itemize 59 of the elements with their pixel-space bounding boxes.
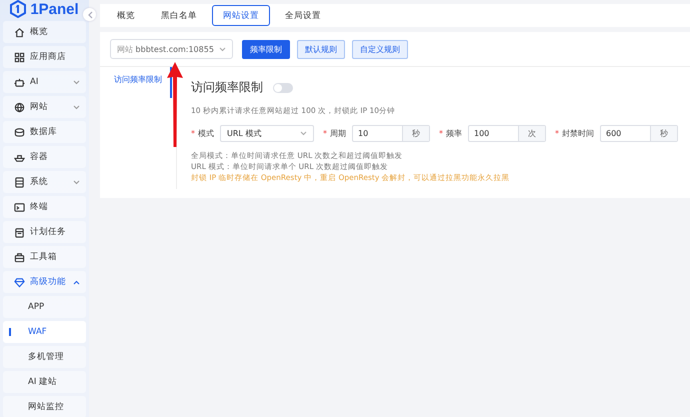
field-label: 封禁时间 [562, 128, 594, 139]
sidebar-subitem[interactable]: AI 建站 [3, 371, 86, 393]
sidebar-subitem[interactable]: APP [3, 296, 86, 318]
logo-text: 1Panel [30, 0, 79, 18]
field-label: 模式 [198, 128, 214, 139]
terminal-icon [14, 202, 25, 212]
field-label: 周期 [330, 128, 346, 139]
db-icon [14, 126, 25, 138]
subnav-item[interactable]: 访问频率限制 [114, 74, 162, 85]
input-field[interactable]: 10 秒 [352, 125, 430, 142]
home-icon [14, 26, 25, 38]
sidebar-item[interactable]: 系统 [3, 171, 86, 193]
toggle-switch[interactable] [273, 82, 293, 92]
site-select[interactable]: 网站 bbbtest.com:10855 [110, 39, 233, 59]
chevron-icon [73, 180, 80, 184]
sidebar-subitem[interactable]: 网站监控 [3, 396, 86, 417]
tab[interactable]: 概览 [106, 5, 146, 26]
required-mark: * [191, 129, 195, 138]
rule-button[interactable]: 默认规则 [296, 40, 345, 58]
tab[interactable]: 黑白名单 [150, 5, 208, 26]
tab[interactable]: 全局设置 [274, 5, 332, 26]
toolbox-icon [14, 252, 25, 262]
field-label: 频率 [446, 128, 462, 139]
robot-icon [14, 76, 25, 88]
dropdown-caret-icon [300, 131, 307, 136]
server-icon [14, 176, 25, 188]
sidebar-item[interactable]: 终端 [3, 196, 86, 218]
logo-icon [10, 0, 26, 18]
rule-button[interactable]: 频率限制 [242, 40, 290, 58]
sidebar-item[interactable]: 数据库 [3, 121, 86, 143]
diamond-icon [14, 276, 25, 288]
tab[interactable]: 网站设置 [212, 5, 270, 26]
sidebar-item[interactable]: 高级功能 [3, 271, 86, 293]
chevron-icon [73, 104, 80, 110]
sidebar-item[interactable]: 计划任务 [3, 221, 86, 243]
sidebar-subitem[interactable]: WAF [3, 321, 86, 343]
collapse-button[interactable] [83, 8, 96, 21]
sidebar-item[interactable]: 概览 [3, 21, 86, 43]
calendar-icon [14, 226, 25, 238]
sidebar-subitem[interactable]: 多机管理 [3, 346, 86, 368]
grid-icon [14, 52, 25, 62]
chevron-icon [73, 80, 80, 84]
input-field[interactable]: 100 次 [468, 125, 546, 142]
sidebar-item[interactable]: AI [3, 71, 86, 93]
required-mark: * [555, 129, 559, 138]
sidebar-item[interactable]: 工具箱 [3, 246, 86, 268]
sidebar-item[interactable]: 容器 [3, 146, 86, 168]
panel-title: 访问频率限制 [191, 79, 263, 96]
required-mark: * [323, 129, 327, 138]
input-field[interactable]: 600 秒 [600, 125, 678, 142]
dropdown-caret-icon [218, 46, 226, 52]
sidebar-item[interactable]: 应用商店 [3, 46, 86, 68]
rule-button[interactable]: 自定义规则 [352, 40, 408, 58]
chevron-icon [73, 280, 80, 284]
mode-select[interactable]: URL 模式 [220, 125, 314, 142]
globe-icon [14, 102, 25, 112]
sidebar-item[interactable]: 网站 [3, 96, 86, 118]
chevron-left-icon [86, 10, 92, 18]
required-mark: * [439, 129, 443, 138]
